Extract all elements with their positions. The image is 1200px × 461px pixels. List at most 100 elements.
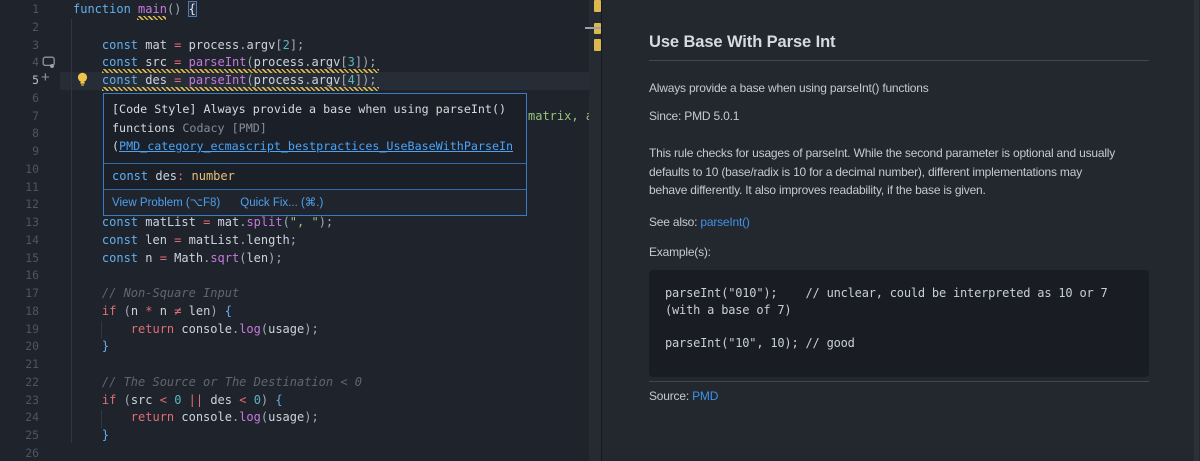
doc-description-line: This rule checks for usages of parseInt.… — [649, 144, 1115, 163]
code-token: = — [203, 215, 217, 229]
rule-id-link[interactable]: PMD_category_ecmascript_bestpractices_Us… — [119, 139, 513, 153]
code-token: const — [112, 169, 155, 183]
code-token: des — [210, 393, 239, 407]
code-line-20[interactable]: 20 } — [0, 338, 601, 356]
code-token: console — [181, 410, 232, 424]
line-number[interactable]: 23 — [0, 392, 39, 410]
line-number[interactable]: 20 — [0, 338, 39, 356]
doc-description: This rule checks for usages of parseInt.… — [649, 144, 1115, 200]
line-number[interactable]: 13 — [0, 214, 39, 232]
code-text: if (n * n ≠ len) { — [73, 304, 232, 318]
code-token: n — [145, 251, 159, 265]
code-token: = — [174, 55, 188, 69]
tooltip-actions-bar: View Problem (⌥F8) Quick Fix... (⌘.) — [104, 190, 526, 215]
code-token: split — [246, 215, 282, 229]
code-token: = — [174, 233, 188, 247]
code-token: ) — [210, 304, 224, 318]
code-line-15[interactable]: 15 const n = Math.sqrt(len); — [0, 250, 601, 268]
line-number[interactable]: 2 — [0, 19, 39, 37]
code-token: argv — [311, 73, 340, 87]
line-number[interactable]: 18 — [0, 303, 39, 321]
code-editor[interactable]: 1function main() {23 const mat = process… — [0, 0, 601, 461]
code-line-18[interactable]: 18 if (n * n ≠ len) { — [0, 303, 601, 321]
code-line-25[interactable]: 25 } — [0, 427, 601, 445]
code-token: usage — [268, 410, 304, 424]
line-number[interactable]: 17 — [0, 285, 39, 303]
code-token: = — [160, 251, 174, 265]
code-text: const des = parseInt(process.argv[4]); — [73, 73, 377, 87]
line-number[interactable]: 6 — [0, 90, 39, 108]
pmd-source-link[interactable]: PMD — [692, 389, 718, 403]
code-token — [73, 393, 102, 407]
code-token: const — [102, 73, 145, 87]
example-code-block: parseInt("010"); // unclear, could be in… — [649, 270, 1149, 377]
panel-scrollbar[interactable] — [1194, 0, 1199, 461]
line-number[interactable]: 25 — [0, 427, 39, 445]
line-number[interactable]: 8 — [0, 125, 39, 143]
code-token — [73, 55, 102, 69]
tooltip-type-signature: const des: number — [104, 164, 526, 189]
code-line-3[interactable]: 3 const mat = process.argv[2]; — [0, 37, 601, 55]
line-number[interactable]: 9 — [0, 143, 39, 161]
line-number[interactable]: 16 — [0, 267, 39, 285]
code-token: number — [192, 169, 235, 183]
code-token: usage — [268, 322, 304, 336]
line-number[interactable]: 10 — [0, 161, 39, 179]
line-number[interactable]: 1 — [0, 1, 39, 19]
code-line-22[interactable]: 22 // The Source or The Destination < 0 — [0, 374, 601, 392]
line-number[interactable]: 21 — [0, 356, 39, 374]
line-number[interactable]: 26 — [0, 445, 39, 461]
code-line-1[interactable]: 1function main() { — [0, 1, 601, 19]
code-line-21[interactable]: 21 — [0, 356, 601, 374]
warning-squiggle — [102, 69, 379, 73]
rule-docs-panel: Use Base With Parse Int Always provide a… — [601, 0, 1200, 461]
parseint-doc-link[interactable]: parseInt() — [700, 215, 749, 229]
code-token: len — [145, 233, 174, 247]
code-token: ; — [290, 233, 297, 247]
code-line-24[interactable]: 24 return console.log(usage); — [0, 409, 601, 427]
code-token: ) — [261, 393, 275, 407]
code-token: 3 — [348, 55, 355, 69]
code-token — [73, 322, 131, 336]
code-token: return — [131, 410, 182, 424]
line-number[interactable]: 3 — [0, 37, 39, 55]
line-number[interactable]: 4 — [0, 54, 39, 72]
code-token: mat — [145, 38, 174, 52]
plus-icon[interactable]: + — [41, 70, 50, 85]
vscode-window: 1function main() {23 const mat = process… — [0, 0, 1200, 461]
code-token: const — [102, 55, 145, 69]
code-token — [73, 233, 102, 247]
line-number[interactable]: 19 — [0, 321, 39, 339]
line-number[interactable]: 14 — [0, 232, 39, 250]
code-line-26[interactable]: 26 — [0, 445, 601, 461]
code-line-17[interactable]: 17 // Non-Square Input — [0, 285, 601, 303]
line-number[interactable]: 15 — [0, 250, 39, 268]
line-number[interactable]: 11 — [0, 179, 39, 197]
code-token: matrix, a — [528, 109, 593, 123]
code-token: { — [225, 304, 232, 318]
code-line-16[interactable]: 16 — [0, 267, 601, 285]
code-token: if — [102, 393, 124, 407]
code-token: if — [102, 304, 124, 318]
code-line-2[interactable]: 2 — [0, 19, 601, 37]
view-problem-action[interactable]: View Problem (⌥F8) — [112, 197, 220, 209]
overview-ruler[interactable] — [589, 0, 601, 461]
code-line-23[interactable]: 23 if (src < 0 || des < 0) { — [0, 392, 601, 410]
code-token — [73, 286, 102, 300]
line-number[interactable]: 22 — [0, 374, 39, 392]
code-token: [ — [340, 73, 347, 87]
code-token: 4 — [348, 73, 355, 87]
line-number[interactable]: 7 — [0, 108, 39, 126]
code-token: // The Source or The Destination < 0 — [102, 375, 362, 389]
line-number[interactable]: 24 — [0, 409, 39, 427]
example-code-line: parseInt("010"); // unclear, could be in… — [665, 285, 1133, 302]
quick-fix-action[interactable]: Quick Fix... (⌘.) — [240, 197, 323, 209]
code-line-14[interactable]: 14 const len = matList.length; — [0, 232, 601, 250]
code-text: } — [73, 339, 109, 353]
line-number[interactable]: 5 — [0, 72, 39, 90]
lightbulb-icon[interactable] — [76, 72, 89, 92]
code-token — [73, 339, 102, 353]
code-line-19[interactable]: 19 return console.log(usage); — [0, 321, 601, 339]
code-line-13[interactable]: 13 const matList = mat.split(", "); — [0, 214, 601, 232]
line-number[interactable]: 12 — [0, 196, 39, 214]
